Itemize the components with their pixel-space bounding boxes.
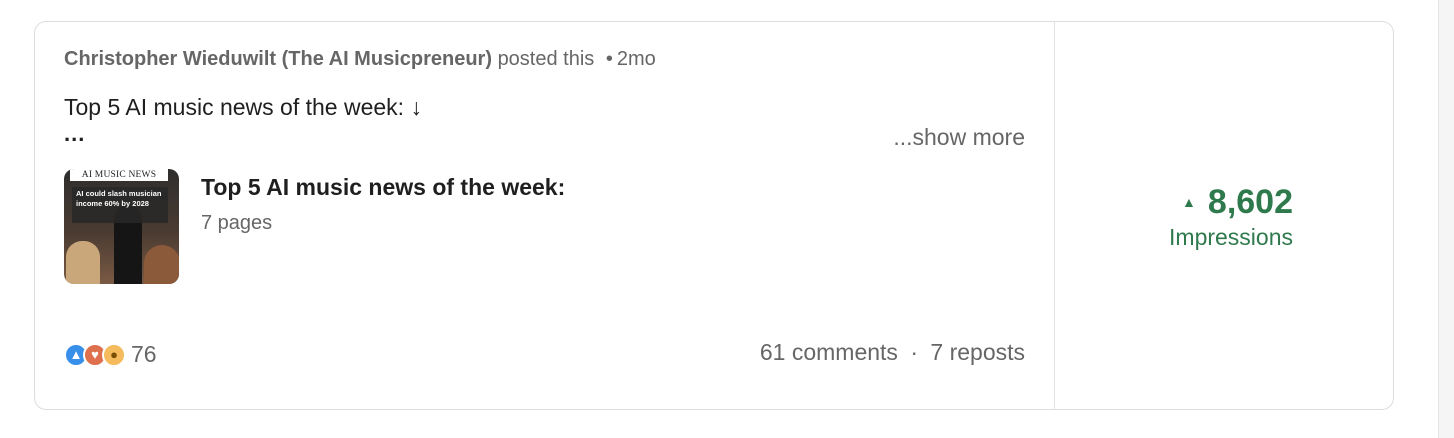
thumbnail-figure: [144, 245, 179, 284]
thumbnail-figure: [66, 241, 100, 284]
document-attachment[interactable]: AI MUSIC NEWS AI could slash musician in…: [64, 169, 1025, 284]
impressions-panel: ▲ 8,602 Impressions: [1055, 22, 1393, 409]
post-meta: Christopher Wieduwilt (The AI Musicprene…: [64, 46, 1025, 72]
reactions-summary[interactable]: ▲ ♥ ● 76: [64, 341, 157, 368]
insightful-icon: ●: [102, 342, 126, 367]
document-thumbnail[interactable]: AI MUSIC NEWS AI could slash musician in…: [64, 169, 179, 284]
document-page-count: 7 pages: [201, 212, 273, 234]
post-analytics-card: Christopher Wieduwilt (The AI Musicprene…: [34, 21, 1394, 410]
post-panel: Christopher Wieduwilt (The AI Musicprene…: [35, 22, 1055, 409]
reposts-link[interactable]: 7 reposts: [930, 339, 1025, 365]
page-scrollbar[interactable]: [1438, 0, 1454, 438]
truncation-ellipsis: ...: [64, 121, 86, 146]
post-age[interactable]: 2mo: [617, 48, 656, 70]
engagement-links: 61 comments · 7 reposts: [760, 339, 1025, 366]
comments-link[interactable]: 61 comments: [760, 339, 898, 365]
truncation-row: ... ...show more: [64, 121, 1025, 157]
engagement-separator: ·: [910, 339, 918, 365]
impressions-value-row: ▲ 8,602: [1169, 182, 1293, 222]
impressions-label: Impressions: [1169, 224, 1293, 250]
thumbnail-masthead: AI MUSIC NEWS: [70, 169, 168, 181]
thumbnail-headline: AI could slash musician income 60% by 20…: [72, 187, 168, 223]
impressions-stat[interactable]: ▲ 8,602 Impressions: [1169, 182, 1293, 252]
author-name[interactable]: Christopher Wieduwilt (The AI Musicprene…: [64, 48, 492, 70]
social-counts: ▲ ♥ ● 76 61 comments · 7 reposts: [64, 339, 1025, 369]
show-more-button[interactable]: ...show more: [893, 124, 1025, 151]
document-info: Top 5 AI music news of the week: 7 pages: [201, 169, 565, 235]
post-text: Top 5 AI music news of the week: ↓: [64, 94, 422, 120]
impressions-value: 8,602: [1207, 183, 1293, 221]
reaction-count: 76: [131, 341, 157, 367]
meta-separator: •: [605, 48, 613, 70]
document-title[interactable]: Top 5 AI music news of the week:: [201, 172, 565, 202]
post-action: posted this: [497, 48, 595, 70]
triangle-up-icon: ▲: [1182, 194, 1196, 210]
